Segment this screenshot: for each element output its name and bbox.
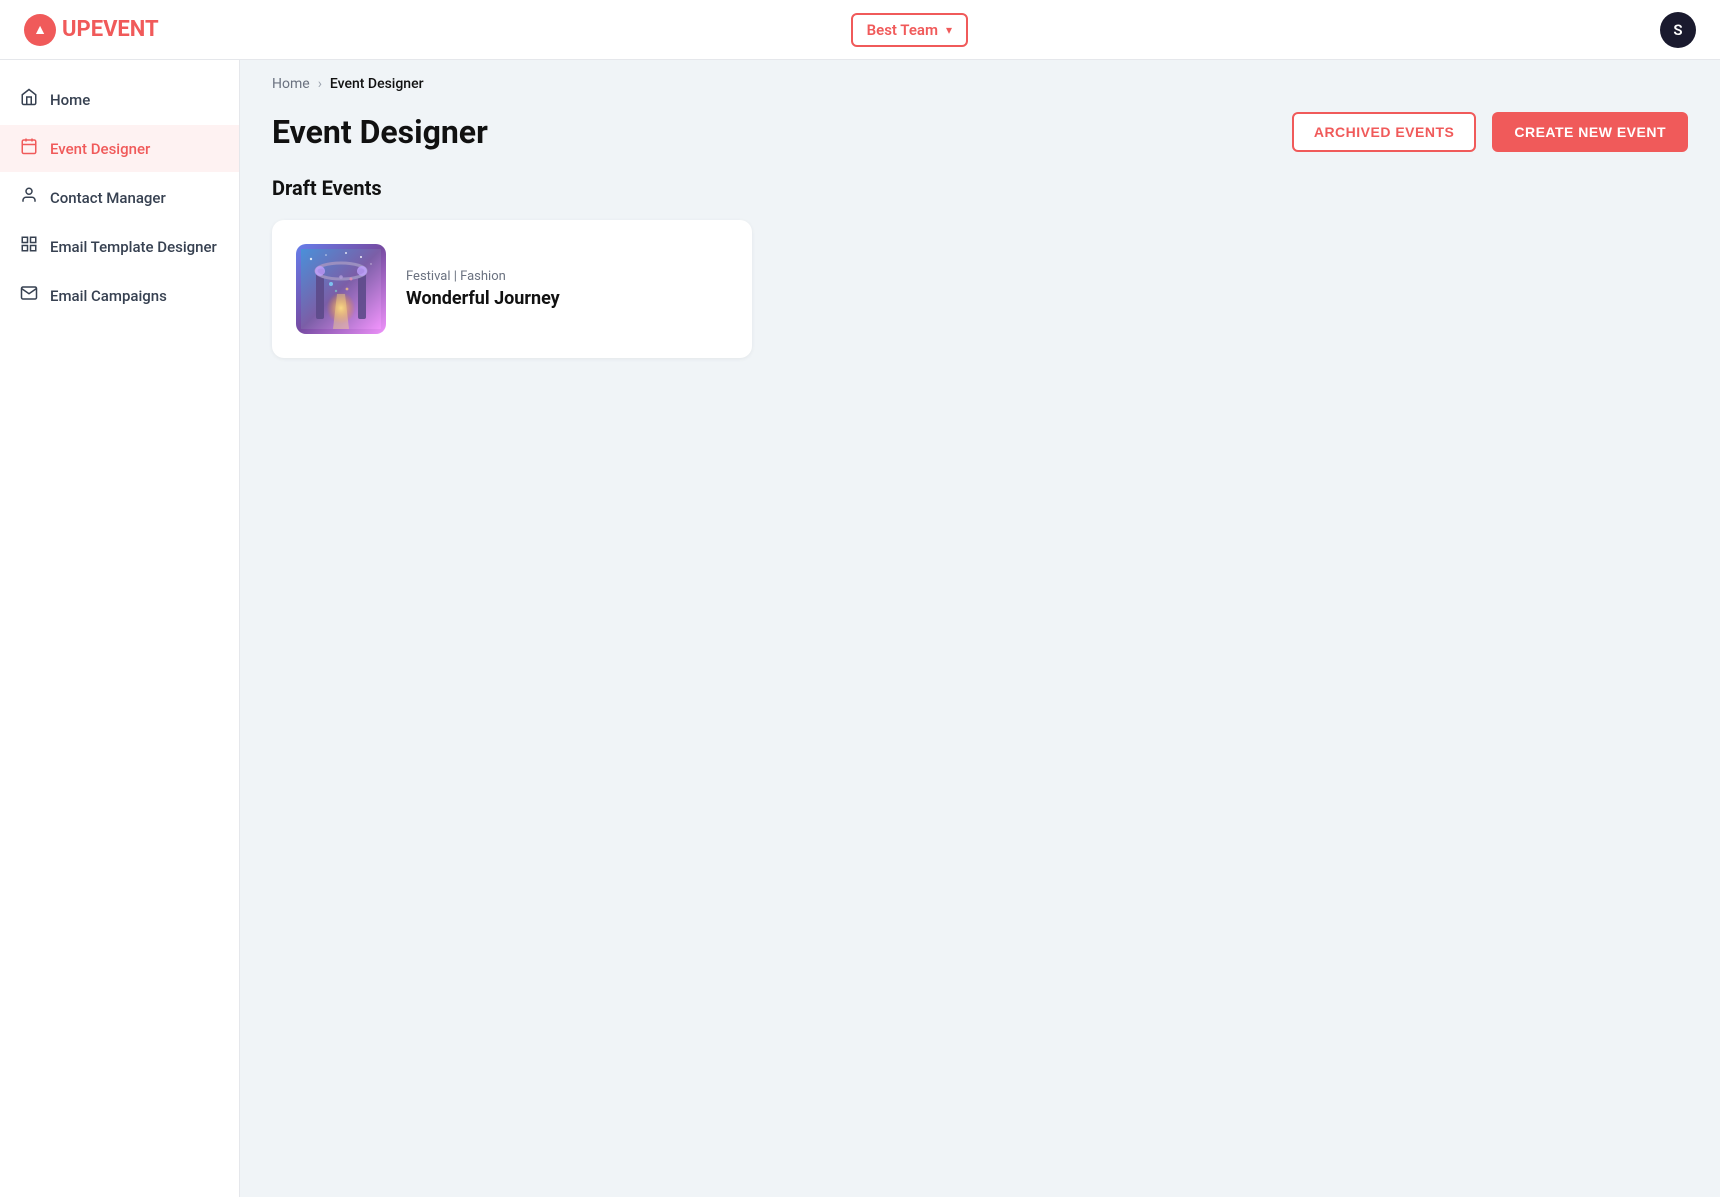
sidebar-item-email-template-designer[interactable]: Email Template Designer bbox=[0, 223, 239, 270]
home-icon bbox=[20, 88, 38, 111]
sidebar: Home Event Designer Contact Manager Emai… bbox=[0, 60, 240, 1197]
main-content: Home › Event Designer Event Designer ARC… bbox=[240, 60, 1720, 1197]
page-title: Event Designer bbox=[272, 113, 488, 151]
grid-icon bbox=[20, 235, 38, 258]
breadcrumb-separator: › bbox=[318, 76, 322, 92]
event-card-category: Festival | Fashion bbox=[406, 269, 560, 284]
team-selector-label: Best Team bbox=[867, 21, 938, 39]
logo-icon: ▲ bbox=[24, 14, 56, 46]
person-icon bbox=[20, 186, 38, 209]
logo: ▲ UPEVENT bbox=[24, 14, 159, 46]
event-card-name: Wonderful Journey bbox=[406, 288, 560, 309]
sidebar-item-home-label: Home bbox=[50, 91, 90, 109]
sidebar-item-event-designer-label: Event Designer bbox=[50, 140, 150, 158]
sidebar-item-contact-manager-label: Contact Manager bbox=[50, 189, 166, 207]
event-card-image bbox=[296, 244, 386, 334]
chevron-down-icon: ▾ bbox=[946, 23, 952, 37]
layout: Home Event Designer Contact Manager Emai… bbox=[0, 60, 1720, 1197]
sidebar-item-email-campaigns[interactable]: Email Campaigns bbox=[0, 272, 239, 319]
team-selector[interactable]: Best Team ▾ bbox=[851, 13, 968, 47]
sidebar-item-home[interactable]: Home bbox=[0, 76, 239, 123]
draft-events-title: Draft Events bbox=[272, 176, 1688, 200]
avatar[interactable]: S bbox=[1660, 12, 1696, 48]
sidebar-item-event-designer[interactable]: Event Designer bbox=[0, 125, 239, 172]
content: Draft Events bbox=[240, 176, 1720, 390]
topbar: ▲ UPEVENT Best Team ▾ S bbox=[0, 0, 1720, 60]
event-card[interactable]: Festival | Fashion Wonderful Journey bbox=[272, 220, 752, 358]
sidebar-item-contact-manager[interactable]: Contact Manager bbox=[0, 174, 239, 221]
archived-events-button[interactable]: ARCHIVED EVENTS bbox=[1292, 112, 1477, 152]
logo-text: UPEVENT bbox=[62, 17, 159, 42]
header-actions: ARCHIVED EVENTS CREATE NEW EVENT bbox=[1292, 112, 1688, 152]
event-card-info: Festival | Fashion Wonderful Journey bbox=[406, 269, 560, 309]
sidebar-item-email-template-designer-label: Email Template Designer bbox=[50, 238, 217, 256]
page-header: Event Designer ARCHIVED EVENTS CREATE NE… bbox=[240, 100, 1720, 176]
create-new-event-button[interactable]: CREATE NEW EVENT bbox=[1492, 112, 1688, 152]
mail-icon bbox=[20, 284, 38, 307]
calendar-icon bbox=[20, 137, 38, 160]
breadcrumb-current: Event Designer bbox=[330, 76, 424, 92]
breadcrumb-home[interactable]: Home bbox=[272, 76, 310, 92]
breadcrumb: Home › Event Designer bbox=[240, 60, 1720, 100]
sidebar-item-email-campaigns-label: Email Campaigns bbox=[50, 287, 167, 305]
